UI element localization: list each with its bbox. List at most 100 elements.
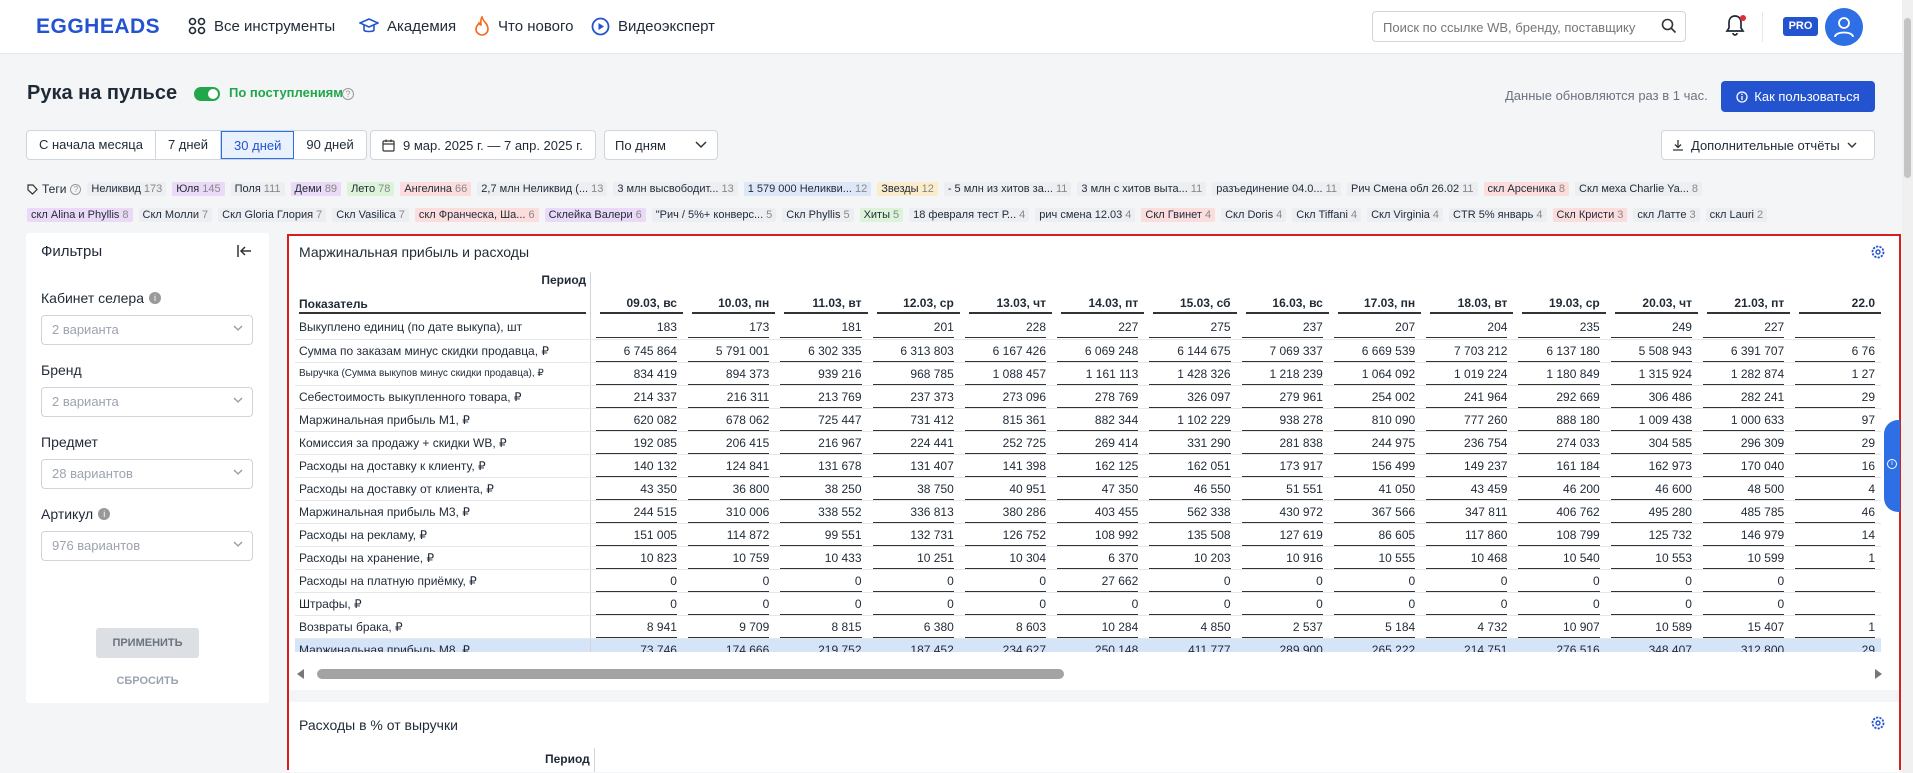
tag-chip[interactable]: Поля 111	[230, 182, 285, 196]
date-column-header[interactable]: 20.03, чт	[1606, 272, 1698, 316]
date-column-header[interactable]: 17.03, пн	[1329, 272, 1422, 316]
tag-chip[interactable]: Скл Кристи 3	[1552, 208, 1628, 222]
receipts-toggle[interactable]	[194, 87, 220, 101]
date-range-picker[interactable]: 9 мар. 2025 г. — 7 апр. 2025 г.	[370, 130, 596, 160]
additional-reports-button[interactable]: Дополнительные отчёты	[1661, 130, 1875, 160]
date-column-header[interactable]: 10.03, пн	[683, 272, 776, 316]
tag-chip[interactable]: Скл Virginia 4	[1367, 208, 1444, 222]
nav-whats-new[interactable]: Что нового	[474, 14, 573, 38]
tag-chip[interactable]: Скл Молли 7	[138, 208, 213, 222]
table-row[interactable]: Маржинальная прибыль М1, ₽620 082 678 062…	[295, 408, 1881, 432]
tag-chip[interactable]: Звезды 12	[877, 182, 938, 196]
avatar[interactable]	[1825, 8, 1863, 46]
scrollbar-thumb[interactable]	[317, 669, 1064, 679]
range-90-days[interactable]: 90 дней	[294, 131, 365, 159]
gear-icon[interactable]	[1871, 245, 1885, 259]
range-30-days[interactable]: 30 дней	[221, 131, 295, 159]
date-column-header[interactable]: 16.03, вс	[1237, 272, 1329, 316]
help-icon[interactable]: ?	[70, 183, 82, 195]
nav-all-tools[interactable]: Все инструменты	[188, 14, 335, 38]
tag-chip[interactable]: скл Lauri 2	[1705, 208, 1768, 222]
reset-button[interactable]: СБРОСИТЬ	[96, 675, 199, 687]
tag-chip[interactable]: рич смена 12.03 4	[1035, 208, 1136, 222]
collapse-panel-icon[interactable]	[237, 244, 253, 258]
tag-chip[interactable]: Рич Смена обл 26.02 11	[1347, 182, 1478, 196]
table-row[interactable]: Расходы на доставку к клиенту, ₽140 132 1…	[295, 454, 1881, 478]
date-column-header[interactable]: 18.03, вт	[1421, 272, 1514, 316]
page-scrollbar[interactable]	[1902, 0, 1913, 773]
table-row[interactable]: Штрафы, ₽0 0 0 0 0 0 0 0 0 0 0 0 0	[295, 592, 1881, 616]
tag-chip[interactable]: Деми 89	[290, 182, 342, 196]
table-row[interactable]: Расходы на платную приёмку, ₽0 0 0 0 0 27 662…	[295, 569, 1881, 593]
table-row[interactable]: Расходы на хранение, ₽10 823 10 759 10 433…	[295, 546, 1881, 570]
tag-chip[interactable]: Скл Gloria Глория 7	[218, 208, 327, 222]
tag-chip[interactable]: скл Alina и Phyllis 8	[27, 208, 133, 222]
table-row[interactable]: Комиссия за продажу + скидки WB, ₽192 08…	[295, 431, 1881, 455]
table-row[interactable]: Выкуплено единиц (по дате выкупа), шт 183…	[295, 316, 1881, 340]
tag-chip[interactable]: 3 млн высвободит... 13	[613, 182, 738, 196]
search-input[interactable]	[1383, 17, 1643, 37]
tag-chip[interactable]: Скл Tiffani 4	[1292, 208, 1362, 222]
table-row[interactable]: Расходы на рекламу, ₽151 005 114 872 99 55…	[295, 523, 1881, 547]
tag-chip[interactable]: Неликвид 173	[87, 182, 167, 196]
tag-chip[interactable]: 3 млн с хитов выта... 11	[1077, 182, 1207, 196]
tag-chip[interactable]: Скл Phyllis 5	[782, 208, 854, 222]
tag-chip[interactable]: Скл меха Charlie Ya... 8	[1575, 182, 1702, 196]
tag-chip[interactable]: Скл Doris 4	[1221, 208, 1287, 222]
scroll-left-icon[interactable]	[297, 669, 305, 679]
date-column-header[interactable]: 11.03, вт	[775, 272, 868, 316]
date-column-header[interactable]: 15.03, сб	[1144, 272, 1237, 316]
table-row[interactable]: Маржинальная прибыль М3, ₽244 515 310 006…	[295, 500, 1881, 524]
filter-article-select[interactable]: 976 вариантов	[41, 531, 253, 561]
tag-chip[interactable]: скл Арсеника 8	[1483, 182, 1570, 196]
date-column-header[interactable]: 19.03, ср	[1513, 272, 1606, 316]
table-row[interactable]: Сумма по заказам минус скидки продавца, …	[295, 339, 1881, 363]
filter-cabinet-select[interactable]: 2 варианта	[41, 315, 253, 345]
how-to-use-button[interactable]: Как пользоваться	[1721, 81, 1875, 112]
date-column-header[interactable]: 22.0	[1790, 272, 1881, 316]
tag-chip[interactable]: "Рич / 5%+ конверс... 5	[651, 208, 777, 222]
info-icon[interactable]: i	[98, 508, 111, 520]
logo[interactable]: EGGHEADS	[36, 15, 160, 39]
gear-icon[interactable]	[1871, 716, 1885, 730]
tag-chip[interactable]: Ангелина 66	[400, 182, 472, 196]
tag-chip[interactable]: Скл Vasilica 7	[332, 208, 409, 222]
notifications-button[interactable]	[1725, 14, 1747, 38]
tag-chip[interactable]: 18 февраля тест Р... 4	[909, 208, 1030, 222]
scroll-right-icon[interactable]	[1875, 669, 1883, 679]
date-column-header[interactable]: 14.03, пт	[1052, 272, 1145, 316]
tag-chip[interactable]: Юля 145	[172, 182, 225, 196]
tag-chip[interactable]: Лето 78	[347, 182, 395, 196]
tag-chip[interactable]: скл Франческа, Ша... 6	[414, 208, 539, 222]
tag-chip[interactable]: 2,7 млн Неликвид (... 13	[477, 182, 608, 196]
help-icon[interactable]: ?	[342, 88, 354, 100]
table-row[interactable]: Расходы на доставку от клиента, ₽43 350 3…	[295, 477, 1881, 501]
search-icon[interactable]	[1661, 18, 1677, 34]
pro-badge[interactable]: PRO	[1783, 17, 1818, 36]
scrollbar-thumb[interactable]	[1904, 18, 1911, 178]
tag-chip[interactable]: скл Латте 3	[1633, 208, 1700, 222]
tag-chip[interactable]: CTR 5% январь 4	[1449, 208, 1547, 222]
tag-chip[interactable]: 1 579 000 Неликви... 12	[743, 182, 872, 196]
side-help-handle[interactable]: i	[1884, 420, 1900, 512]
tag-chip[interactable]: Скл Гвинет 4	[1141, 208, 1216, 222]
table-row[interactable]: Маржинальная прибыль М8, ₽ 73 746 174 666 2…	[295, 638, 1881, 652]
tag-chip[interactable]: Склейка Валери 6	[544, 208, 646, 222]
date-column-header[interactable]: 12.03, ср	[868, 272, 960, 316]
table-row[interactable]: Возвраты брака, ₽8 941 9 709 8 815 6 380 8 6…	[295, 615, 1881, 639]
tag-chip[interactable]: разъединение 04.0... 11	[1212, 182, 1342, 196]
nav-video-expert[interactable]: Видеоэксперт	[591, 14, 715, 38]
filter-brand-select[interactable]: 2 варианта	[41, 387, 253, 417]
horizontal-scrollbar[interactable]	[297, 666, 1887, 680]
period-select[interactable]: По дням	[604, 130, 718, 160]
tag-chip[interactable]: Хиты 5	[859, 208, 904, 222]
date-column-header[interactable]: 21.03, пт	[1698, 272, 1791, 316]
date-column-header[interactable]: 09.03, вс	[591, 272, 683, 316]
info-icon[interactable]: i	[148, 292, 161, 304]
date-column-header[interactable]: 13.03, чт	[960, 272, 1053, 316]
table-row[interactable]: Себестоимость выкупленного товара, ₽214 …	[295, 385, 1881, 409]
range-month-start[interactable]: С начала месяца	[27, 131, 156, 159]
nav-academy[interactable]: Академия	[359, 14, 456, 38]
tag-chip[interactable]: - 5 млн из хитов за... 11	[943, 182, 1072, 196]
apply-button[interactable]: ПРИМЕНИТЬ	[96, 628, 199, 658]
